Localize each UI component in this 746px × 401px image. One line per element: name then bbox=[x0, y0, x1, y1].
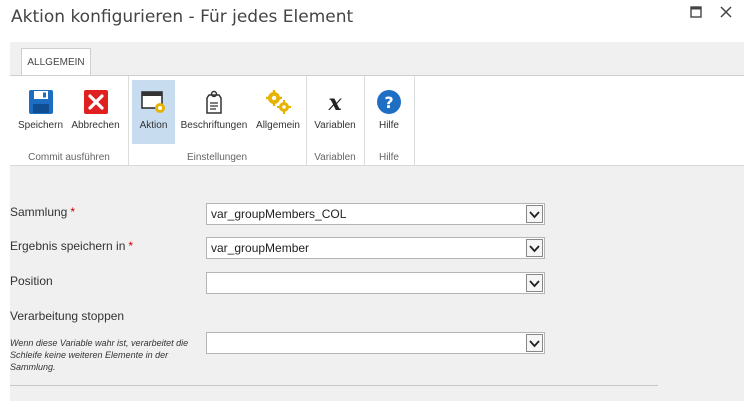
collection-select[interactable]: var_groupMembers_COL bbox=[206, 203, 545, 225]
ribbon-group-variables: x Variablen Variablen bbox=[306, 76, 365, 166]
field-label-stop-processing: Verarbeitung stoppen bbox=[10, 309, 125, 323]
form-divider bbox=[10, 385, 658, 386]
cancel-button[interactable]: Abbrechen bbox=[67, 80, 124, 144]
general-label: Allgemein bbox=[256, 120, 300, 131]
variables-button[interactable]: x Variablen bbox=[310, 80, 360, 144]
chevron-down-icon[interactable] bbox=[526, 334, 543, 352]
group-label-variables: Variablen bbox=[314, 152, 356, 163]
ribbon-group-help: ? Hilfe Hilfe bbox=[364, 76, 415, 166]
maximize-button[interactable] bbox=[690, 6, 708, 24]
title-bar: Aktion konfigurieren - Für jedes Element bbox=[0, 0, 746, 42]
save-icon bbox=[28, 90, 53, 114]
field-label-collection: Sammlung * bbox=[10, 205, 76, 219]
close-button[interactable] bbox=[720, 6, 738, 24]
action-label: Aktion bbox=[139, 120, 168, 131]
general-button[interactable]: Allgemein bbox=[253, 80, 303, 144]
collection-select-value: var_groupMembers_COL bbox=[211, 207, 347, 221]
chevron-down-icon[interactable] bbox=[526, 274, 543, 292]
svg-text:?: ? bbox=[384, 93, 393, 112]
cancel-icon bbox=[83, 90, 108, 114]
stop-processing-hint: Wenn diese Variable wahr ist, verarbeite… bbox=[10, 338, 189, 372]
group-label-settings: Einstellungen bbox=[186, 152, 248, 163]
result-select[interactable]: var_groupMember bbox=[206, 237, 545, 259]
ribbon: ALLGEMEIN Speichern Abbrechen Commit aus… bbox=[10, 42, 744, 166]
variable-x-icon: x bbox=[327, 90, 342, 115]
result-select-value: var_groupMember bbox=[211, 241, 310, 255]
stop-processing-select[interactable] bbox=[206, 332, 545, 354]
chevron-down-icon[interactable] bbox=[526, 205, 543, 223]
ribbon-body: Speichern Abbrechen Commit ausführen Akt… bbox=[10, 75, 744, 166]
position-select[interactable] bbox=[206, 272, 545, 294]
close-icon bbox=[720, 6, 732, 18]
help-label: Hilfe bbox=[378, 120, 399, 131]
variables-label: Variablen bbox=[314, 120, 356, 131]
form-area: Sammlung * var_groupMembers_COL Ergebnis … bbox=[10, 166, 744, 401]
group-label-help: Hilfe bbox=[378, 152, 399, 163]
ribbon-group-commit: Speichern Abbrechen Commit ausführen bbox=[10, 76, 129, 166]
chevron-down-icon[interactable] bbox=[526, 239, 543, 257]
save-button[interactable]: Speichern bbox=[15, 80, 66, 144]
required-marker: * bbox=[70, 205, 76, 219]
cancel-label: Abbrechen bbox=[71, 120, 120, 131]
save-label: Speichern bbox=[17, 120, 64, 131]
required-marker: * bbox=[128, 239, 134, 253]
maximize-icon bbox=[690, 6, 702, 18]
labels-label: Beschriftungen bbox=[180, 120, 248, 131]
labels-button[interactable]: Beschriftungen bbox=[177, 80, 251, 144]
action-settings-icon bbox=[140, 91, 165, 113]
field-label-position: Position bbox=[10, 274, 53, 288]
action-button[interactable]: Aktion bbox=[132, 80, 175, 144]
label-tag-icon bbox=[206, 90, 222, 114]
ribbon-group-settings: Aktion Beschriftungen Allgemein Einstell… bbox=[128, 76, 307, 166]
gears-icon bbox=[266, 90, 291, 114]
svg-text:x: x bbox=[327, 90, 342, 115]
field-label-result: Ergebnis speichern in * bbox=[10, 239, 134, 253]
help-button[interactable]: ? Hilfe bbox=[369, 80, 409, 144]
dialog-title: Aktion konfigurieren - Für jedes Element bbox=[11, 7, 354, 27]
tab-allgemein[interactable]: ALLGEMEIN bbox=[21, 48, 91, 76]
ribbon-tab-bar: ALLGEMEIN bbox=[10, 42, 744, 76]
group-label-commit: Commit ausführen bbox=[28, 152, 110, 163]
help-icon: ? bbox=[377, 90, 401, 114]
